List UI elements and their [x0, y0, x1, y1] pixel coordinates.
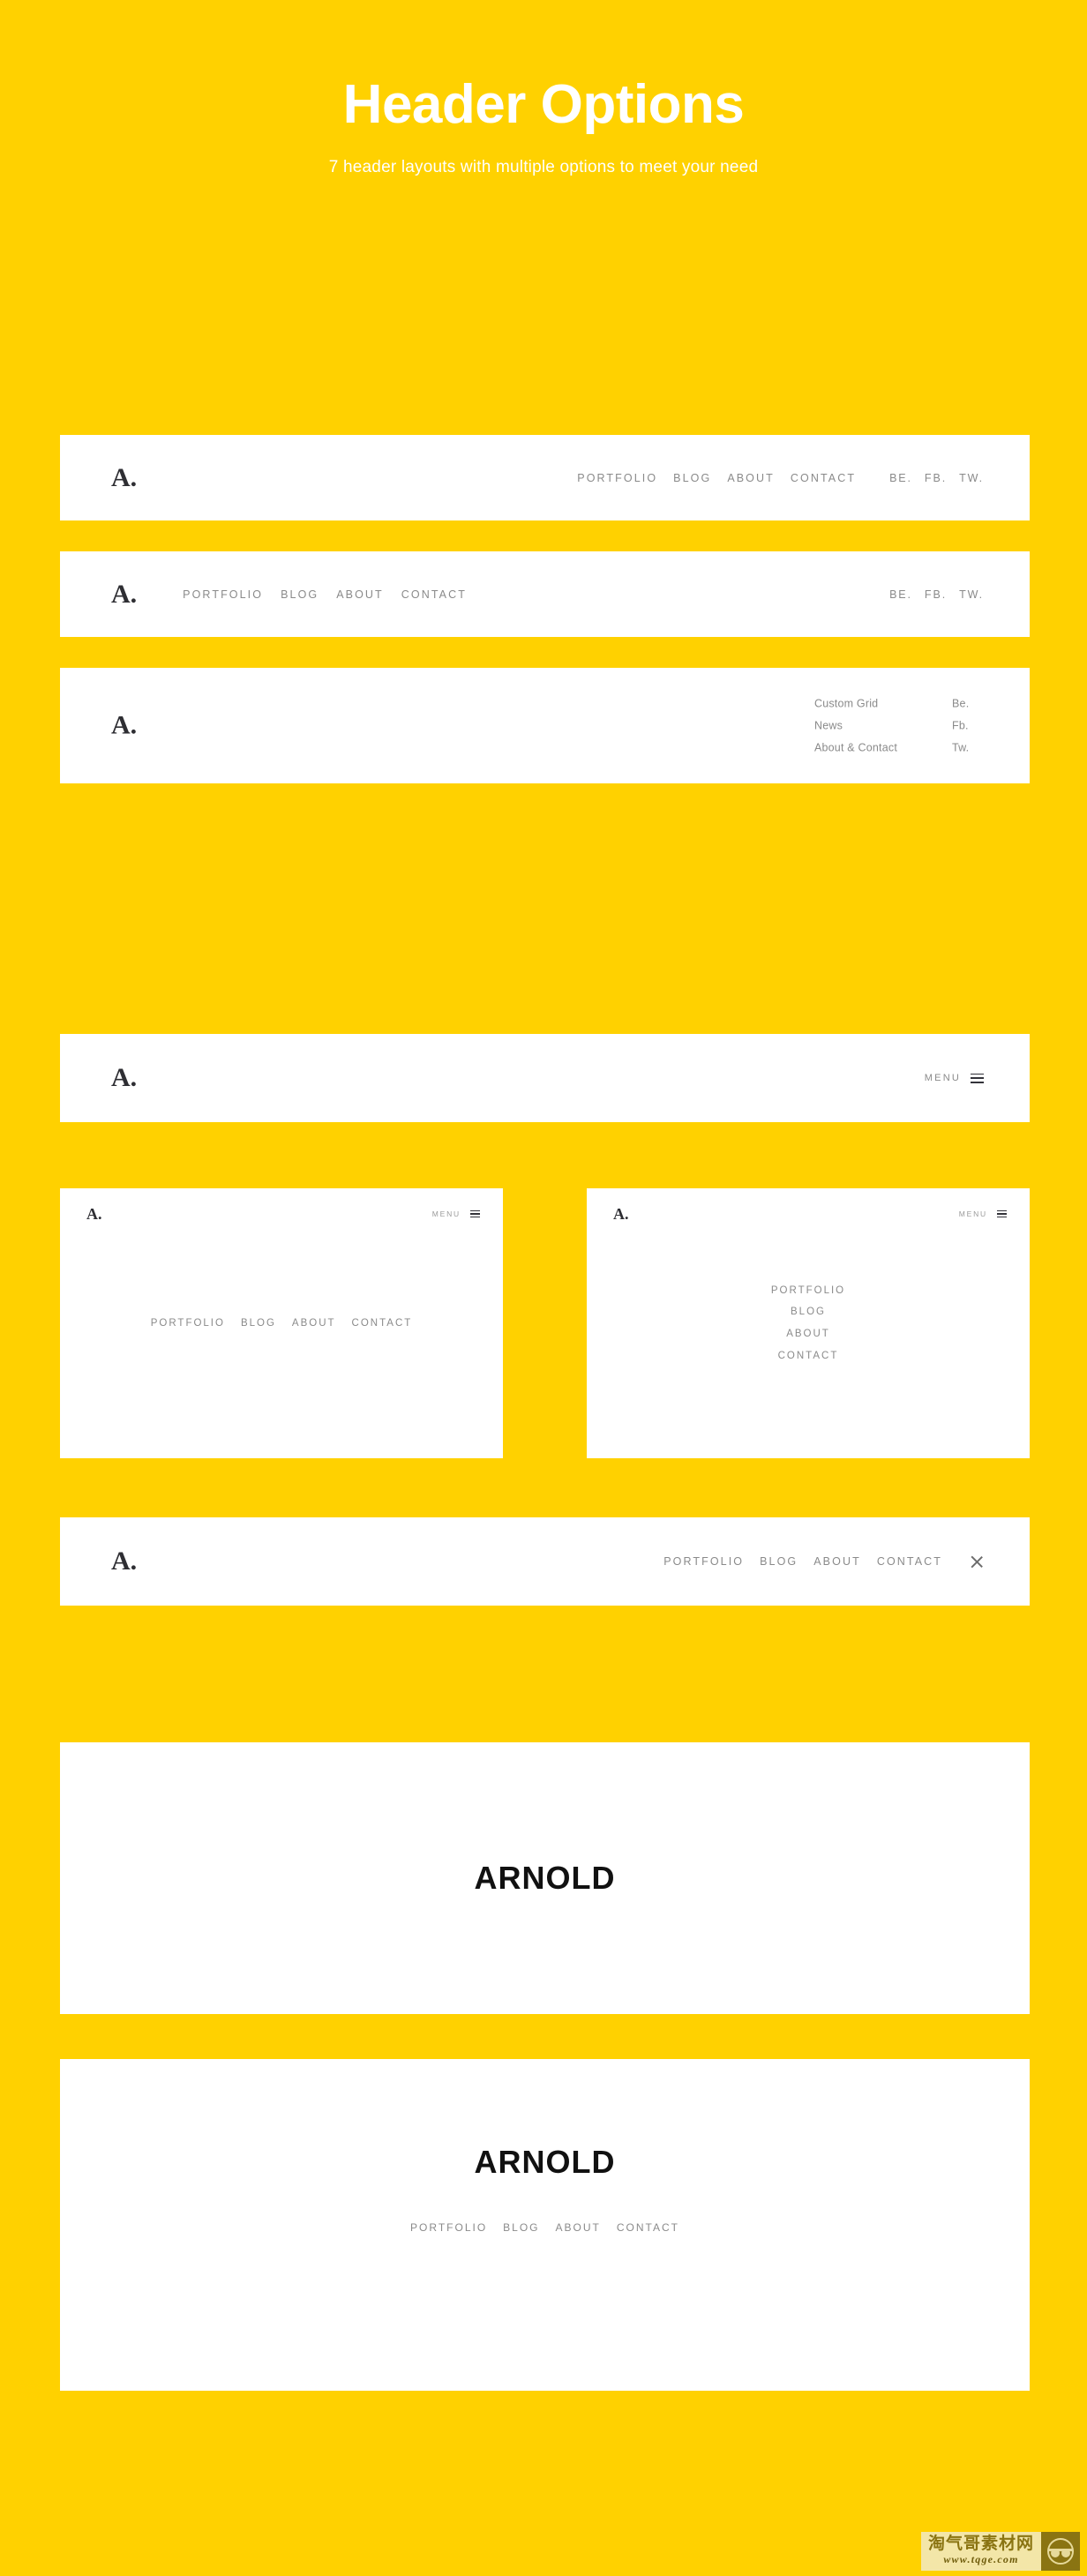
logo-mark[interactable]: A. [111, 712, 137, 739]
brand-block: ARNOLD [60, 1742, 1030, 2014]
header-preview-1: A. PORTFOLIO BLOG ABOUT CONTACT BE. FB. … [60, 435, 1030, 520]
nav-item-portfolio[interactable]: PORTFOLIO [663, 1555, 744, 1568]
social-link-facebook[interactable]: FB. [925, 588, 947, 601]
social-link-twitter[interactable]: TW. [959, 588, 984, 601]
social-links: BE. FB. TW. [889, 472, 984, 484]
nav-item-about[interactable]: ABOUT [786, 1323, 830, 1345]
nav-item-about-contact[interactable]: About & Contact [814, 737, 897, 759]
social-link-behance[interactable]: Be. [952, 693, 984, 715]
header-preview-8: ARNOLD PORTFOLIO BLOG ABOUT CONTACT [60, 2059, 1030, 2391]
nav-item-portfolio[interactable]: PORTFOLIO [410, 2221, 487, 2234]
nav-item-about[interactable]: ABOUT [727, 472, 775, 484]
page-title: Header Options [342, 74, 745, 135]
nav-item-portfolio[interactable]: PORTFOLIO [577, 472, 657, 484]
nav-item-contact[interactable]: CONTACT [352, 1318, 413, 1329]
logo-mark[interactable]: A. [111, 580, 137, 608]
nav-item-contact[interactable]: CONTACT [401, 588, 467, 601]
menu-toggle-button[interactable]: MENU [925, 1073, 984, 1083]
nav-item-blog[interactable]: BLOG [281, 588, 319, 601]
nav-item-about[interactable]: ABOUT [292, 1318, 336, 1329]
header-preview-2: A. PORTFOLIO BLOG ABOUT CONTACT BE. FB. … [60, 551, 1030, 637]
social-link-twitter[interactable]: Tw. [952, 737, 984, 759]
nav-item-blog[interactable]: BLOG [673, 472, 711, 484]
nav-item-news[interactable]: News [814, 715, 897, 737]
watermark: 淘气哥素材网 www.tqge.com [920, 2532, 1080, 2571]
overlay-nav-horizontal: PORTFOLIO BLOG ABOUT CONTACT [60, 1188, 503, 1458]
watermark-url: www.tqge.com [943, 2553, 1019, 2566]
brand-block: ARNOLD PORTFOLIO BLOG ABOUT CONTACT [60, 2059, 1030, 2391]
close-icon[interactable] [969, 1554, 984, 1569]
nav-item-blog[interactable]: BLOG [241, 1318, 276, 1329]
nav-item-blog[interactable]: BLOG [760, 1555, 798, 1568]
primary-nav: PORTFOLIO BLOG ABOUT CONTACT [410, 2221, 679, 2234]
primary-nav: PORTFOLIO BLOG ABOUT CONTACT [183, 588, 467, 601]
social-links: BE. FB. TW. [889, 588, 984, 601]
header-preview-5-left: A. MENU PORTFOLIO BLOG ABOUT CONTACT [60, 1188, 503, 1458]
nav-item-about[interactable]: ABOUT [336, 588, 384, 601]
nav-item-portfolio[interactable]: PORTFOLIO [151, 1318, 225, 1329]
watermark-face-icon [1041, 2532, 1080, 2571]
stacked-social-links: Be. Fb. Tw. [952, 693, 984, 759]
nav-item-blog[interactable]: BLOG [791, 1301, 826, 1323]
nav-item-contact[interactable]: CONTACT [778, 1345, 839, 1367]
watermark-site-name: 淘气哥素材网 [927, 2534, 1034, 2554]
header-preview-6: A. PORTFOLIO BLOG ABOUT CONTACT [60, 1517, 1030, 1606]
logo-mark[interactable]: A. [111, 1548, 137, 1575]
watermark-text-box: 淘气哥素材网 www.tqge.com [920, 2532, 1041, 2571]
logo-mark[interactable]: A. [111, 464, 137, 491]
hamburger-icon [971, 1073, 984, 1083]
social-link-facebook[interactable]: FB. [925, 472, 947, 484]
nav-item-custom-grid[interactable]: Custom Grid [814, 693, 897, 715]
social-link-twitter[interactable]: TW. [959, 472, 984, 484]
social-link-behance[interactable]: BE. [889, 472, 912, 484]
hero-section: Header Options 7 header layouts with mul… [0, 0, 1087, 177]
social-link-facebook[interactable]: Fb. [952, 715, 984, 737]
overlay-nav-vertical: PORTFOLIO BLOG ABOUT CONTACT [587, 1188, 1030, 1458]
nav-item-portfolio[interactable]: PORTFOLIO [183, 588, 263, 601]
primary-nav: PORTFOLIO BLOG ABOUT CONTACT [577, 472, 856, 484]
primary-nav: PORTFOLIO BLOG ABOUT CONTACT [663, 1555, 942, 1568]
nav-item-contact[interactable]: CONTACT [617, 2221, 679, 2234]
nav-item-portfolio[interactable]: PORTFOLIO [771, 1280, 845, 1302]
header-preview-7: ARNOLD [60, 1742, 1030, 2014]
brand-wordmark[interactable]: ARNOLD [475, 1860, 616, 1897]
social-link-behance[interactable]: BE. [889, 588, 912, 601]
nav-item-contact[interactable]: CONTACT [877, 1555, 942, 1568]
header-preview-5-right: A. MENU PORTFOLIO BLOG ABOUT CONTACT [587, 1188, 1030, 1458]
logo-mark[interactable]: A. [111, 1065, 137, 1091]
nav-item-blog[interactable]: BLOG [503, 2221, 539, 2234]
nav-item-about[interactable]: ABOUT [813, 1555, 861, 1568]
brand-wordmark[interactable]: ARNOLD [475, 2144, 616, 2181]
menu-toggle-label: MENU [924, 1073, 961, 1083]
header-preview-4: A. MENU [60, 1034, 1030, 1122]
stacked-nav: Custom Grid News About & Contact [814, 693, 897, 759]
nav-item-contact[interactable]: CONTACT [791, 472, 856, 484]
page-subtitle: 7 header layouts with multiple options t… [328, 157, 759, 176]
header-preview-3: A. Custom Grid News About & Contact Be. … [60, 668, 1030, 783]
nav-item-about[interactable]: ABOUT [556, 2221, 601, 2234]
